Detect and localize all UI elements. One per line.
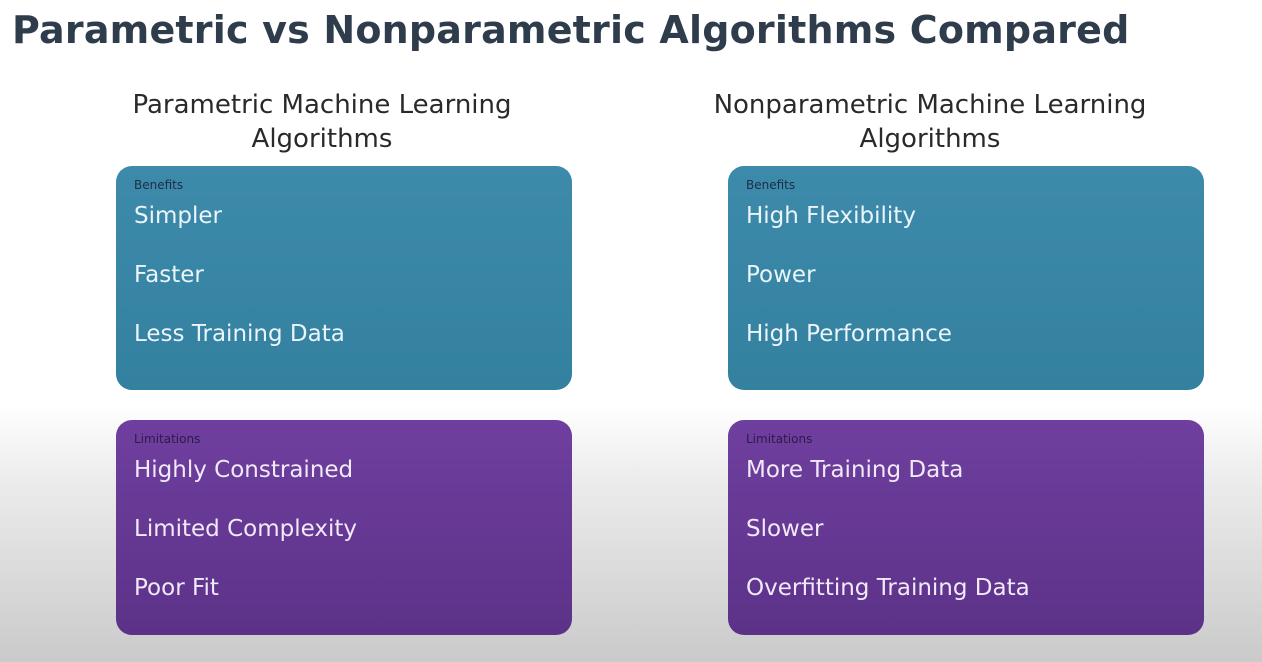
parametric-heading-line2: Algorithms [251, 124, 393, 154]
nonparametric-limitations-box: Limitations More Training Data Slower Ov… [728, 420, 1204, 635]
nonparametric-benefits-box: Benefits High Flexibility Power High Per… [728, 166, 1204, 390]
nonparametric-benefit-item: Power [746, 262, 816, 288]
nonparametric-heading: Nonparametric Machine Learning Algorithm… [700, 88, 1160, 156]
parametric-benefit-item: Simpler [134, 203, 222, 229]
nonparametric-benefits-list: High Flexibility Power High Performance [746, 202, 1204, 348]
parametric-heading: Parametric Machine Learning Algorithms [112, 88, 532, 156]
nonparametric-limitations-list: More Training Data Slower Overfitting Tr… [746, 456, 1204, 602]
parametric-benefit-item: Faster [134, 262, 204, 288]
nonparametric-benefits-label: Benefits [746, 178, 796, 192]
parametric-benefit-item: Less Training Data [134, 321, 345, 347]
parametric-limitation-item: Poor Fit [134, 575, 219, 601]
nonparametric-benefit-item: High Flexibility [746, 203, 916, 229]
parametric-limitations-box: Limitations Highly Constrained Limited C… [116, 420, 572, 635]
parametric-limitation-item: Highly Constrained [134, 457, 354, 483]
parametric-heading-line1: Parametric Machine Learning [132, 90, 512, 120]
parametric-limitations-list: Highly Constrained Limited Complexity Po… [134, 456, 572, 602]
parametric-limitations-label: Limitations [134, 432, 201, 446]
nonparametric-limitation-item: Slower [746, 516, 824, 542]
parametric-benefits-label: Benefits [134, 178, 184, 192]
page-title: Parametric vs Nonparametric Algorithms C… [12, 8, 1130, 52]
nonparametric-limitation-item: More Training Data [746, 457, 964, 483]
nonparametric-heading-line2: Algorithms [859, 124, 1001, 154]
nonparametric-limitations-label: Limitations [746, 432, 813, 446]
parametric-limitation-item: Limited Complexity [134, 516, 357, 542]
parametric-benefits-list: Simpler Faster Less Training Data [134, 202, 572, 348]
nonparametric-limitation-item: Overfitting Training Data [746, 575, 1030, 601]
parametric-benefits-box: Benefits Simpler Faster Less Training Da… [116, 166, 572, 390]
nonparametric-heading-line1: Nonparametric Machine Learning [713, 90, 1147, 120]
nonparametric-benefit-item: High Performance [746, 321, 952, 347]
